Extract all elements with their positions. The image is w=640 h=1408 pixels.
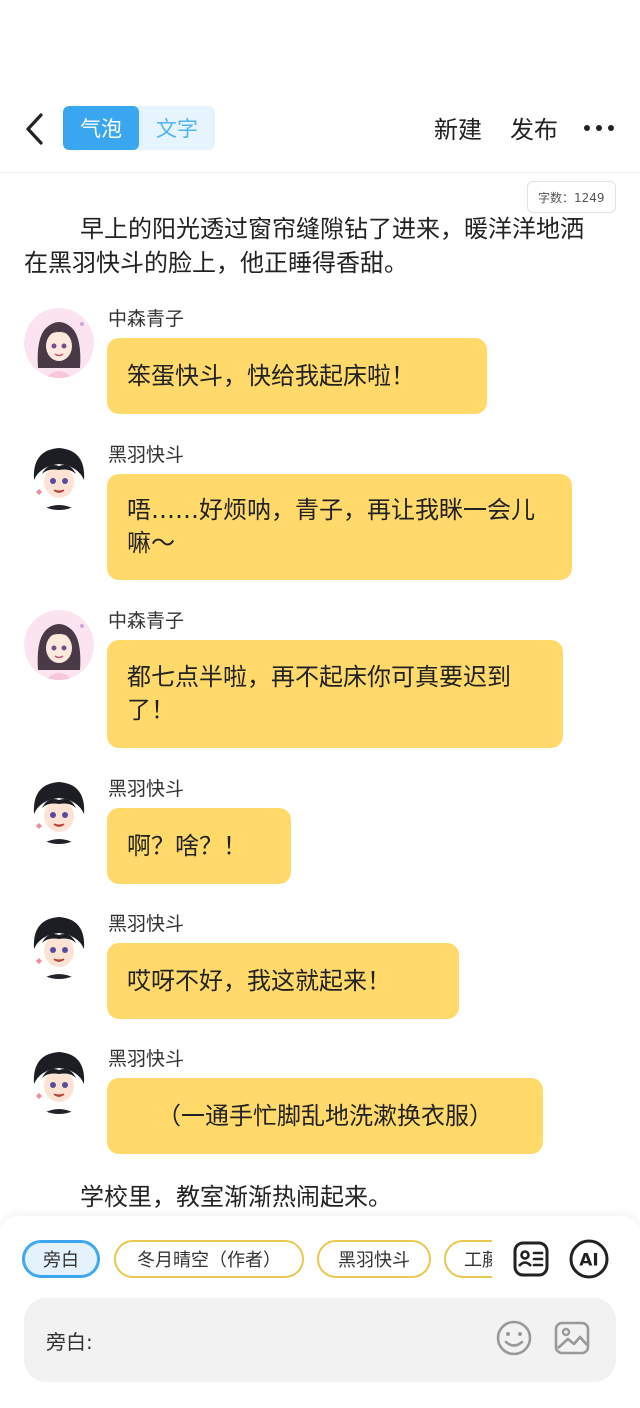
new-button[interactable]: 新建 — [434, 110, 482, 145]
avatar-kaito[interactable] — [24, 440, 94, 510]
avatar-aoko[interactable] — [24, 610, 94, 680]
avatar-kaito[interactable] — [24, 774, 94, 844]
mode-text-tab[interactable]: 文字 — [139, 106, 215, 150]
speaker-name: 黑羽快斗 — [108, 1048, 185, 1070]
speaker-name: 黑羽快斗 — [108, 778, 185, 800]
speaker-name: 中森青子 — [108, 610, 185, 632]
chat-message[interactable]: 中森青子 都七点半啦，再不起床你可真要迟到了！ — [0, 602, 640, 752]
speaker-name: 黑羽快斗 — [108, 913, 185, 935]
chat-message[interactable]: 黑羽快斗 啊？啥？！ — [0, 770, 640, 886]
composer-panel: 旁白 冬月晴空（作者） 黑羽快斗 工藤 AI 旁白: — [0, 1216, 640, 1408]
avatar-kaito[interactable] — [24, 909, 94, 979]
role-chip-bar: 旁白 冬月晴空（作者） 黑羽快斗 工藤 — [0, 1240, 492, 1282]
input-role-prefix: 旁白: — [46, 1330, 93, 1354]
message-bubble[interactable]: 笨蛋快斗，快给我起床啦！ — [107, 338, 487, 414]
top-toolbar: 气泡 文字 新建 发布 — [0, 100, 640, 158]
ai-icon[interactable]: AI — [568, 1238, 610, 1280]
more-icon[interactable] — [584, 114, 614, 142]
ai-label: AI — [579, 1251, 598, 1271]
emoji-icon[interactable] — [494, 1318, 534, 1358]
chat-message[interactable]: 黑羽快斗 唔……好烦呐，青子，再让我眯一会儿嘛～ — [0, 436, 640, 586]
message-bubble[interactable]: 都七点半啦，再不起床你可真要迟到了！ — [107, 640, 563, 748]
message-bubble[interactable]: 哎呀不好，我这就起来！ — [107, 943, 459, 1019]
speaker-name: 中森青子 — [108, 308, 185, 330]
narration-text[interactable]: 早上的阳光透过窗帘缝隙钻了进来，暖洋洋地洒在黑羽快斗的脸上，他正睡得香甜。 — [24, 212, 596, 280]
header-divider — [0, 172, 640, 173]
role-chip-kudo[interactable]: 工藤 — [444, 1240, 492, 1278]
narration-text[interactable]: 学校里，教室渐渐热闹起来。 — [24, 1180, 596, 1214]
avatar-aoko[interactable] — [24, 308, 94, 378]
image-icon[interactable] — [552, 1318, 592, 1358]
role-card-icon[interactable] — [510, 1238, 552, 1280]
word-count-badge: 字数：1249 — [527, 181, 616, 213]
publish-button[interactable]: 发布 — [510, 110, 558, 145]
chat-message[interactable]: 中森青子 笨蛋快斗，快给我起床啦！ — [0, 300, 640, 420]
back-button[interactable] — [18, 106, 52, 152]
chat-message[interactable]: 黑羽快斗 （一通手忙脚乱地洗漱换衣服） — [0, 1040, 640, 1156]
role-chip-kaito[interactable]: 黑羽快斗 — [317, 1240, 431, 1278]
speaker-name: 黑羽快斗 — [108, 444, 185, 466]
role-chip-author[interactable]: 冬月晴空（作者） — [114, 1240, 304, 1278]
message-bubble[interactable]: 啊？啥？！ — [107, 808, 291, 884]
message-input[interactable]: 旁白: — [24, 1298, 616, 1382]
message-bubble[interactable]: 唔……好烦呐，青子，再让我眯一会儿嘛～ — [107, 474, 572, 580]
message-bubble[interactable]: （一通手忙脚乱地洗漱换衣服） — [107, 1078, 543, 1154]
mode-bubble-tab[interactable]: 气泡 — [63, 106, 139, 150]
chat-message[interactable]: 黑羽快斗 哎呀不好，我这就起来！ — [0, 905, 640, 1021]
mode-toggle: 气泡 文字 — [63, 106, 215, 150]
role-chip-narrator[interactable]: 旁白 — [22, 1240, 100, 1278]
back-icon — [26, 113, 43, 145]
avatar-kaito[interactable] — [24, 1044, 94, 1114]
